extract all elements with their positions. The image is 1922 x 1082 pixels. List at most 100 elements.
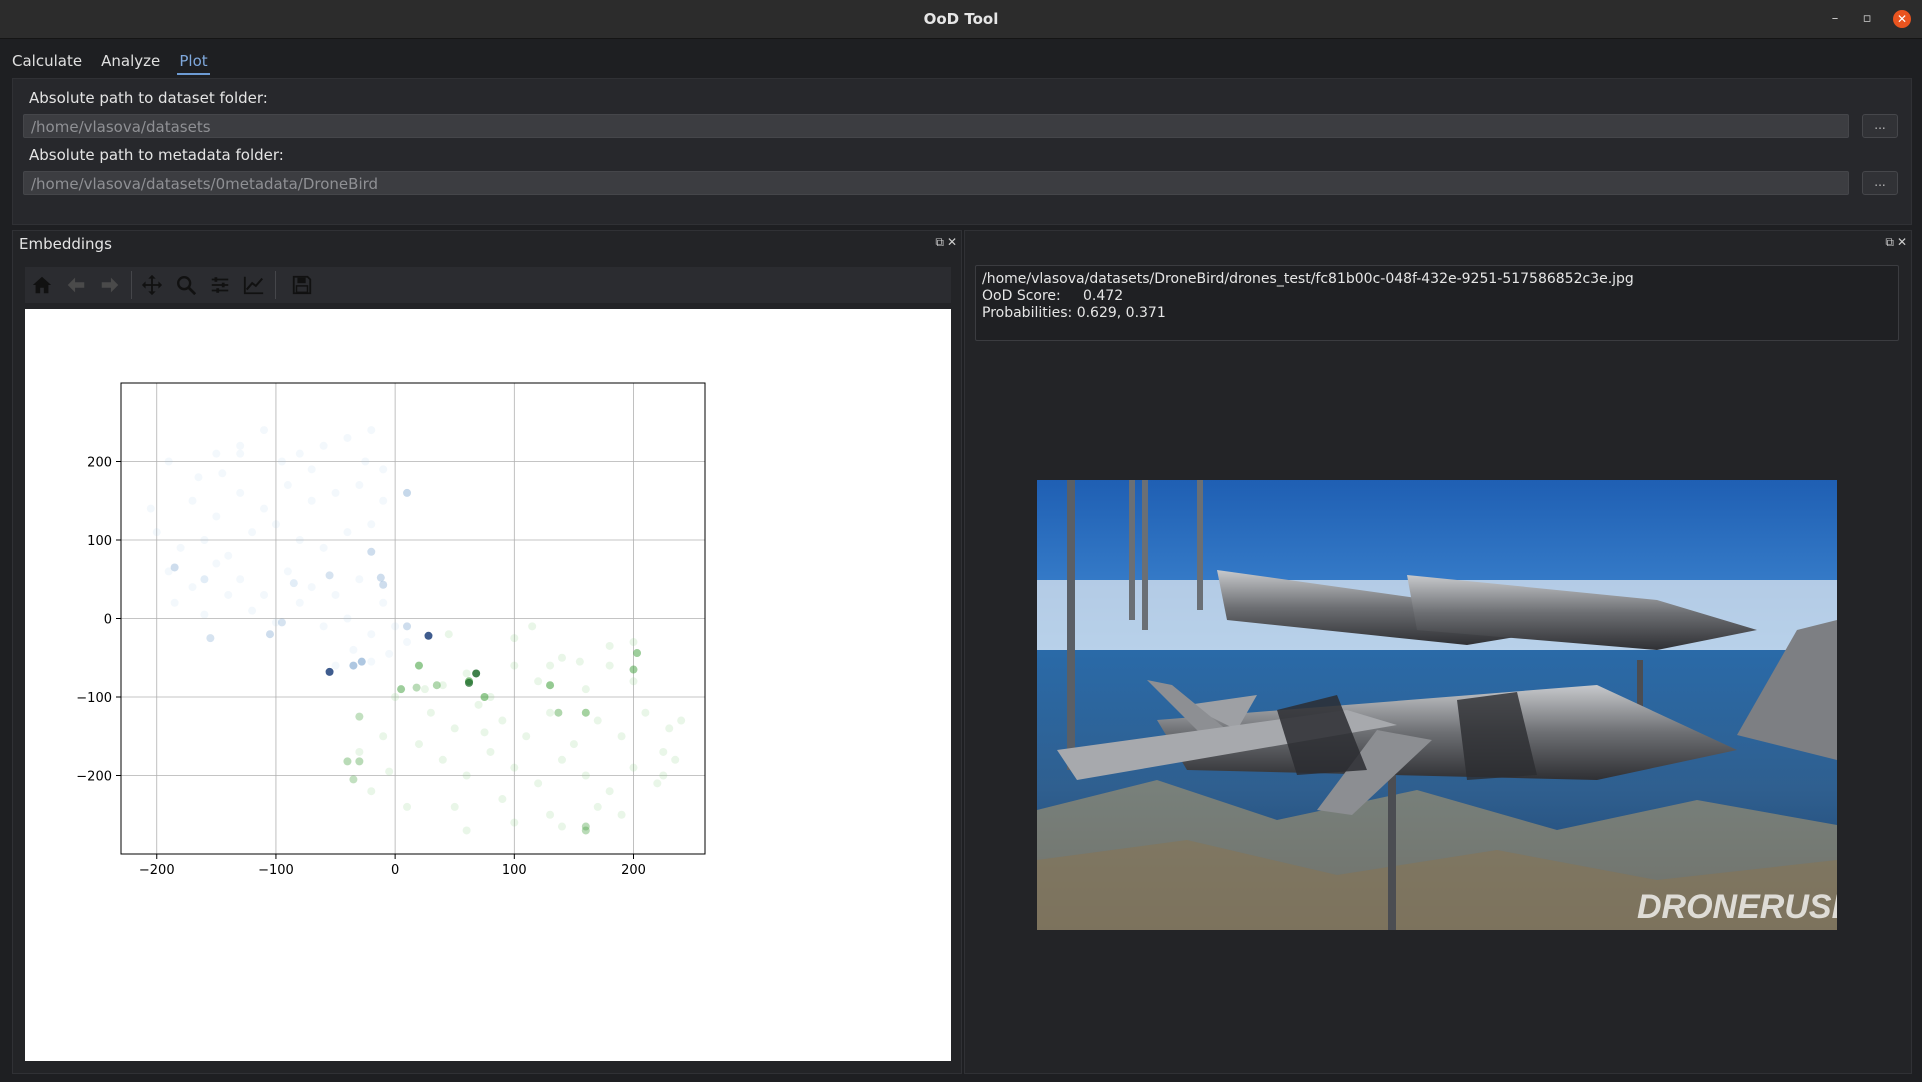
data-point — [357, 657, 366, 666]
data-point — [633, 649, 642, 658]
home-icon[interactable] — [29, 272, 55, 298]
dataset-path-input[interactable]: /home/vlasova/datasets — [23, 114, 1849, 138]
data-point — [462, 669, 471, 678]
data-point — [385, 767, 394, 776]
data-point — [593, 716, 602, 725]
embeddings-title: Embeddings — [19, 235, 112, 253]
data-point — [367, 426, 376, 435]
sample-info: /home/vlasova/datasets/DroneBird/drones_… — [975, 265, 1899, 341]
data-point — [224, 590, 233, 599]
data-point — [236, 449, 245, 458]
data-point — [194, 473, 203, 482]
data-point — [295, 449, 304, 458]
data-point — [528, 622, 537, 631]
data-point — [474, 700, 483, 709]
metadata-path-input[interactable]: /home/vlasova/datasets/0metadata/DroneBi… — [23, 171, 1849, 195]
data-point — [367, 630, 376, 639]
zoom-icon[interactable] — [173, 272, 199, 298]
embeddings-plot[interactable]: −200 −100 0 100 200 −200 −100 0 100 200 — [25, 309, 951, 1061]
data-point — [355, 481, 364, 490]
close-button[interactable]: ✕ — [1893, 10, 1911, 28]
data-point — [385, 649, 394, 658]
data-point — [379, 465, 388, 474]
data-point — [444, 630, 453, 639]
data-point — [391, 622, 400, 631]
data-point — [510, 661, 519, 670]
data-point — [403, 622, 412, 631]
float-icon[interactable]: ⧉ — [1885, 235, 1894, 249]
edit-axis-icon[interactable] — [241, 272, 267, 298]
data-point — [397, 685, 406, 694]
data-point — [295, 598, 304, 607]
data-point — [343, 614, 352, 623]
data-point — [403, 638, 412, 647]
data-point — [319, 622, 328, 631]
pan-icon[interactable] — [139, 272, 165, 298]
data-point — [188, 583, 197, 592]
data-point — [465, 678, 474, 687]
scatter-chart[interactable]: −200 −100 0 100 200 −200 −100 0 100 200 — [25, 309, 951, 1061]
maximize-button[interactable]: ▫ — [1858, 10, 1876, 28]
probabilities-row: Probabilities: 0.629, 0.371 — [982, 305, 1892, 322]
close-dock-icon[interactable]: ✕ — [947, 235, 957, 249]
data-point — [331, 488, 340, 497]
forward-arrow-icon[interactable] — [97, 272, 123, 298]
minimize-button[interactable]: – — [1826, 10, 1844, 28]
data-point — [283, 567, 292, 576]
back-arrow-icon[interactable] — [63, 272, 89, 298]
data-point — [659, 771, 668, 780]
dataset-browse-button[interactable]: ... — [1862, 114, 1898, 138]
data-point — [319, 543, 328, 552]
data-point — [480, 693, 489, 701]
title-bar: OoD Tool – ▫ ✕ — [0, 0, 1922, 39]
tab-calculate[interactable]: Calculate — [10, 50, 84, 73]
x-tick-label: −200 — [139, 863, 175, 878]
data-point — [236, 575, 245, 584]
tab-plot[interactable]: Plot — [177, 50, 210, 75]
data-point — [236, 441, 245, 450]
data-point — [472, 669, 481, 678]
data-point — [605, 787, 614, 796]
data-point — [295, 536, 304, 544]
ood-score-row: OoD Score: 0.472 — [982, 288, 1892, 305]
embeddings-dock: Embeddings ⧉ ✕ −200 −100 0 100 200 −200 … — [12, 230, 962, 1074]
data-point — [379, 496, 388, 505]
data-point — [450, 724, 459, 733]
ood-score-label: OoD Score: — [982, 288, 1061, 304]
data-point — [486, 747, 495, 756]
window-title: OoD Tool — [923, 10, 999, 28]
data-point — [236, 488, 245, 497]
float-icon[interactable]: ⧉ — [935, 235, 944, 249]
data-point — [260, 426, 269, 435]
data-point — [403, 802, 412, 811]
details-dock: ⧉ ✕ /home/vlasova/datasets/DroneBird/dron… — [964, 230, 1912, 1074]
sample-file-path: /home/vlasova/datasets/DroneBird/drones_… — [982, 271, 1634, 287]
metadata-browse-button[interactable]: ... — [1862, 171, 1898, 195]
data-point — [450, 802, 459, 811]
x-tick-label: −100 — [258, 863, 294, 878]
data-point — [414, 661, 423, 670]
data-point — [355, 747, 364, 756]
data-point — [349, 661, 358, 670]
data-point — [248, 528, 257, 537]
data-point — [200, 610, 209, 619]
dataset-path-label: Absolute path to dataset folder: — [29, 89, 268, 107]
tab-analyze[interactable]: Analyze — [99, 50, 162, 73]
data-point — [325, 667, 334, 676]
data-point — [367, 520, 376, 529]
save-icon[interactable] — [289, 272, 315, 298]
data-point — [671, 755, 680, 764]
data-point — [581, 826, 590, 835]
configure-subplots-icon[interactable] — [207, 272, 233, 298]
data-point — [581, 771, 590, 780]
data-point — [677, 716, 686, 725]
data-point — [629, 677, 638, 686]
data-point — [557, 822, 566, 831]
x-tick-label: 0 — [391, 863, 399, 878]
close-dock-icon[interactable]: ✕ — [1897, 235, 1907, 249]
data-point — [277, 618, 286, 627]
dock-controls: ⧉ ✕ — [1882, 235, 1907, 250]
data-point — [379, 732, 388, 741]
data-point — [534, 677, 543, 686]
y-tick-label: −100 — [76, 691, 112, 706]
